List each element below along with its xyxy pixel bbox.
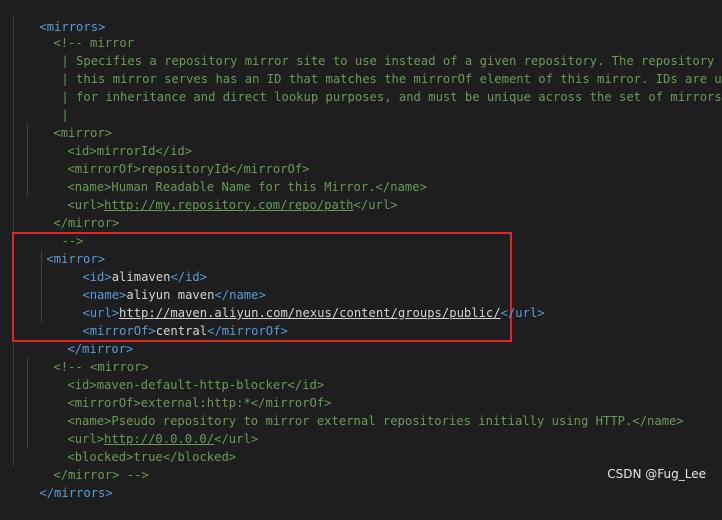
xml-tag: </url> [500, 306, 545, 320]
code-line[interactable]: | this mirror serves has an ID that matc… [32, 52, 722, 86]
code-line[interactable]: <name>Human Readable Name for this Mirro… [38, 160, 427, 194]
code-editor[interactable]: <mirrors> <!-- mirror | Specifies a repo… [0, 0, 722, 500]
code-line[interactable]: <id>mirrorId</id> [38, 124, 192, 158]
code-line[interactable]: <name>aliyun maven</name> [53, 268, 265, 302]
code-line[interactable]: <url>http://0.0.0.0/</url> [38, 412, 258, 446]
code-line[interactable]: <name>Pseudo repository to mirror extern… [38, 394, 683, 428]
code-line[interactable]: </mirror> [38, 322, 133, 356]
code-line[interactable]: <mirrorOf>repositoryId</mirrorOf> [38, 142, 309, 176]
code-line[interactable]: </mirrors> [10, 466, 112, 500]
xml-tag: </mirrors> [39, 486, 113, 500]
code-line[interactable]: </mirror> [24, 196, 119, 230]
code-line[interactable]: <!-- mirror [24, 16, 134, 50]
xml-comment: </name> [632, 414, 684, 428]
xml-comment: | for inheritance and direct lookup purp… [61, 90, 722, 104]
code-line[interactable]: --> [32, 214, 83, 248]
code-line[interactable]: <id>maven-default-http-blocker</id> [38, 358, 324, 392]
code-line[interactable]: | Specifies a repository mirror site to … [32, 34, 722, 68]
code-line[interactable]: <mirror> [24, 106, 112, 140]
code-line[interactable]: | [32, 88, 68, 122]
code-line[interactable]: <!-- <mirror> [24, 340, 148, 374]
code-line[interactable]: <mirrorOf>external:http:*</mirrorOf> [38, 376, 331, 410]
code-line[interactable]: <mirror> [17, 232, 105, 266]
url-link[interactable]: http://my.repository.com/repo/path [104, 198, 353, 212]
watermark: CSDN @Fug_Lee [607, 467, 706, 481]
xml-text: central [155, 324, 208, 338]
code-line[interactable]: <url>http://maven.aliyun.com/nexus/conte… [53, 286, 544, 320]
xml-tag: </mirrorOf> [207, 324, 288, 338]
code-line[interactable]: | for inheritance and direct lookup purp… [32, 70, 722, 104]
code-line[interactable]: <blocked>true</blocked> [38, 430, 236, 464]
code-line[interactable]: <id>alimaven</id> [53, 250, 207, 284]
xml-comment: </url> [353, 198, 398, 212]
code-line[interactable]: <mirrorOf>central</mirrorOf> [53, 304, 287, 338]
code-line[interactable]: <url>http://my.repository.com/repo/path<… [38, 178, 397, 212]
xml-comment: </blocked> [162, 450, 237, 464]
code-line[interactable]: </mirror> --> [24, 448, 148, 482]
